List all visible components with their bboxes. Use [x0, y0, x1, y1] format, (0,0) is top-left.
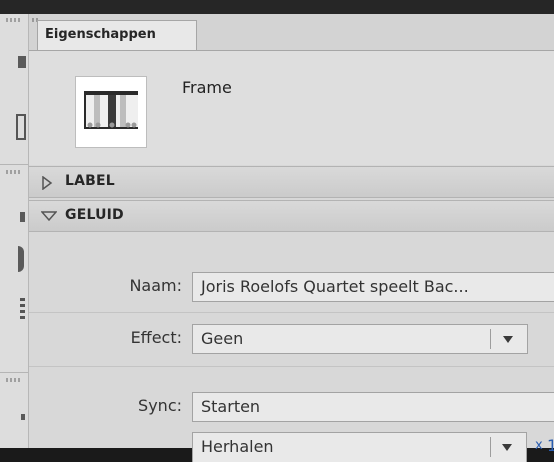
toolbar-grip-icon[interactable]	[6, 378, 20, 382]
repeat-dropdown[interactable]: Herhalen	[192, 432, 527, 462]
effect-value: Geen	[201, 329, 244, 348]
properties-panel: Eigenschappen Frame LABEL GELUID Naam: J…	[29, 14, 554, 462]
section-sound-header[interactable]: GELUID	[29, 200, 554, 232]
effect-edit-button[interactable]	[540, 324, 554, 354]
tool-icon[interactable]	[20, 298, 25, 320]
sync-label: Sync:	[138, 396, 182, 415]
effect-label: Effect:	[130, 328, 182, 347]
tool-icon[interactable]	[18, 246, 24, 272]
tool-icon[interactable]	[16, 114, 26, 140]
tool-icon[interactable]	[18, 56, 26, 68]
name-label: Naam:	[129, 276, 182, 295]
tab-properties[interactable]: Eigenschappen	[37, 20, 197, 50]
frame-icon	[75, 76, 147, 148]
divider	[29, 312, 554, 313]
chevron-down-icon	[503, 336, 513, 343]
panel-tab-bar: Eigenschappen	[29, 14, 554, 51]
top-bar	[0, 0, 554, 14]
sound-name-field[interactable]: Joris Roelofs Quartet speelt Bac...	[192, 272, 554, 302]
repeat-value: Herhalen	[201, 437, 274, 456]
toolbar-grip-icon[interactable]	[6, 18, 20, 22]
toolbar-grip-icon[interactable]	[6, 170, 20, 174]
divider	[490, 437, 491, 457]
toolbar-divider	[0, 164, 28, 165]
effect-dropdown[interactable]: Geen	[192, 324, 528, 354]
repeat-count[interactable]: 1	[547, 436, 554, 455]
sync-dropdown[interactable]: Starten	[192, 392, 554, 422]
tool-icon[interactable]	[21, 414, 25, 420]
section-title: LABEL	[65, 173, 115, 189]
section-title: GELUID	[65, 207, 124, 223]
divider	[29, 366, 554, 367]
left-toolbar	[0, 14, 29, 448]
frame-type-label: Frame	[182, 78, 232, 97]
triangle-right-icon	[42, 176, 53, 190]
repeat-x-label: x	[535, 438, 543, 453]
section-label-header[interactable]: LABEL	[29, 166, 554, 198]
triangle-down-icon	[41, 211, 57, 222]
tool-icon[interactable]	[20, 212, 25, 222]
frame-header: Frame	[29, 51, 554, 165]
divider	[490, 329, 491, 349]
toolbar-divider	[0, 372, 28, 373]
